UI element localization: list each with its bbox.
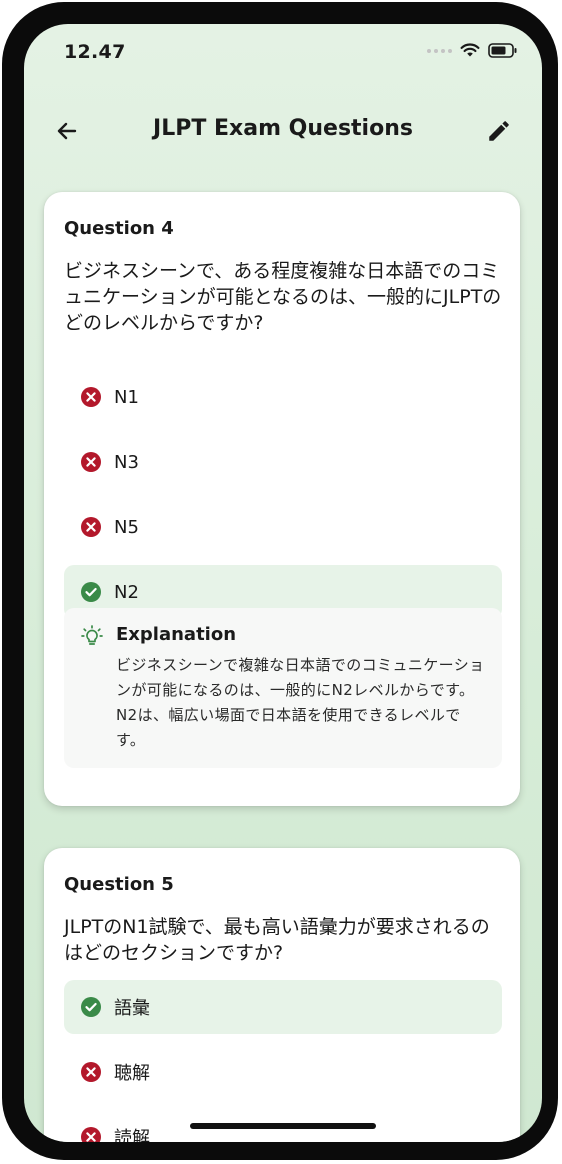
- page-title: JLPT Exam Questions: [153, 116, 413, 141]
- answer-option-wrong[interactable]: N1: [64, 370, 502, 424]
- pencil-icon: [489, 121, 509, 141]
- answer-option-wrong[interactable]: 聴解: [64, 1045, 502, 1099]
- x-circle-icon: [80, 451, 102, 473]
- cellular-signal-icon: [427, 48, 452, 53]
- battery-icon: [488, 43, 517, 58]
- x-circle-icon: [80, 386, 102, 408]
- answer-option-correct[interactable]: 語彙: [64, 980, 502, 1034]
- check-circle-icon: [80, 581, 102, 603]
- question-label: Question 5: [64, 874, 174, 895]
- answer-option-label: 読解: [114, 1128, 150, 1142]
- answer-option-label: N3: [114, 451, 139, 473]
- wifi-icon: [460, 43, 480, 57]
- explanation-title: Explanation: [116, 624, 237, 645]
- answer-option-label: N2: [114, 581, 139, 603]
- explanation-box: Explanation ビジネスシーンで複雑な日本語でのコミュニケーションが可能…: [64, 608, 502, 768]
- edit-button[interactable]: [482, 114, 516, 148]
- check-circle-icon: [80, 996, 102, 1018]
- answer-option-wrong[interactable]: N5: [64, 500, 502, 554]
- x-circle-icon: [80, 516, 102, 538]
- explanation-text: ビジネスシーンで複雑な日本語でのコミュニケーションが可能になるのは、一般的にN2…: [116, 656, 485, 749]
- x-circle-icon: [80, 1061, 102, 1083]
- status-bar: 12.47: [24, 24, 542, 80]
- answer-option-label: 語彙: [114, 998, 150, 1019]
- question-text: JLPTのN1試験で、最も高い語彙力が要求されるのはどのセクションですか?: [64, 916, 490, 964]
- phone-frame: 12.47 JLPT Exam Questions Question 4 ビジネ…: [2, 2, 558, 1160]
- status-time: 12.47: [64, 41, 126, 63]
- navigation-bar: JLPT Exam Questions: [24, 104, 542, 156]
- answer-option-label: N5: [114, 516, 139, 538]
- x-circle-icon: [80, 1126, 102, 1142]
- app-screen: 12.47 JLPT Exam Questions Question 4 ビジネ…: [24, 24, 542, 1142]
- status-icons: [427, 43, 518, 58]
- home-indicator[interactable]: [190, 1123, 376, 1129]
- question-text: ビジネスシーンで、ある程度複雑な日本語でのコミュニケーションが可能となるのは、一…: [64, 260, 502, 334]
- answer-option-label: 聴解: [114, 1063, 150, 1084]
- lightbulb-icon: [81, 625, 103, 645]
- question-card: Question 5 JLPTのN1試験で、最も高い語彙力が要求されるのはどのセ…: [44, 848, 520, 1142]
- answer-option-label: N1: [114, 386, 139, 408]
- question-label: Question 4: [64, 218, 174, 239]
- question-card: Question 4 ビジネスシーンで、ある程度複雑な日本語でのコミュニケーショ…: [44, 192, 520, 806]
- answer-option-wrong[interactable]: N3: [64, 435, 502, 489]
